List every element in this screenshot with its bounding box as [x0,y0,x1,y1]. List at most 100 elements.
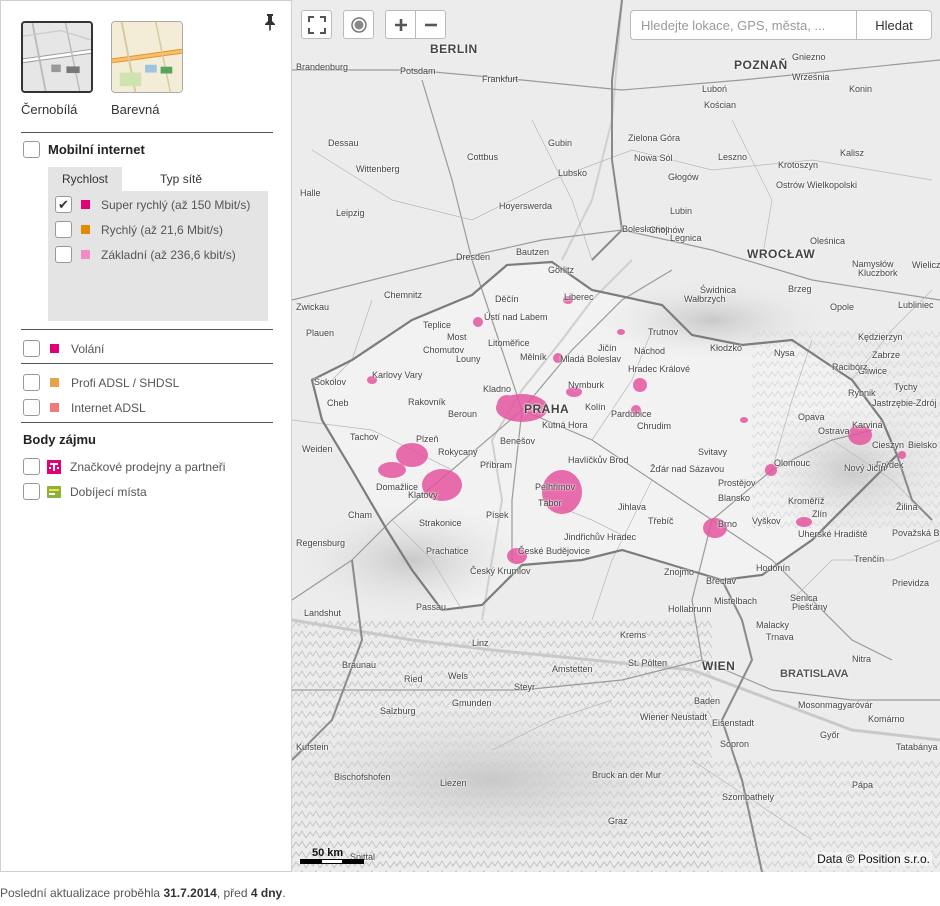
mobile-internet-checkbox[interactable] [23,141,40,158]
map-style-color[interactable]: Barevná [111,21,183,117]
poi-section: Body zájmu [23,432,96,447]
map-label: Náchod [634,346,666,356]
map-label: Eisenstadt [712,718,755,728]
speed-fast-checkbox[interactable] [55,221,72,238]
map-label: Wels [448,671,468,681]
map-label: Liezen [440,778,467,788]
speed-super-checkbox[interactable]: ✔ [55,196,72,213]
map-label: Benešov [500,436,536,446]
map-label: Linz [472,638,489,648]
adsl-internet-checkbox[interactable] [23,399,40,416]
zoom-in-button[interactable] [385,10,416,39]
map-label: Sopron [720,739,750,749]
map-label: Teplice [423,320,452,330]
map-label: Halle [300,188,321,198]
map-label: Třebíč [648,516,674,526]
map-label: Jindřichův Hradec [564,532,637,542]
calls-toggle[interactable]: Volání [23,340,104,357]
search-button[interactable]: Hledat [856,10,932,40]
map-label: Uherské Hradiště [798,529,868,539]
mobile-internet-toggle[interactable]: Mobilní internet [23,141,145,158]
adsl-profi-toggle[interactable]: Profi ADSL / SHDSL [23,374,179,391]
map-label: Chrudim [637,421,672,431]
zoom-out-button[interactable] [415,10,446,39]
tab-network-type[interactable]: Typ sítě [146,167,216,191]
speed-basic-label: Základní (až 236,6 kbit/s) [101,247,236,262]
map-label: Brzeg [788,284,812,294]
speed-basic-swatch [81,250,90,259]
t-logo-icon [47,459,61,474]
map-label: Amstetten [552,664,593,674]
map-label: Piešťany [792,602,828,612]
fullscreen-icon [307,15,326,34]
map-label: Mladá Boleslav [560,354,622,364]
map-canvas[interactable]: BERLIN POZNAŇ WROCŁAW PRAHA WIEN BRATISLAVA Po… [292,0,940,872]
fullscreen-button[interactable] [301,10,332,39]
adsl-profi-checkbox[interactable] [23,374,40,391]
map-label: Oleśnica [810,236,846,246]
poi-shops-checkbox[interactable] [23,458,40,475]
map-label: Příbram [480,460,513,470]
map-label: Chojnów [649,225,685,235]
locate-icon [350,16,367,33]
map-style-bw-thumbnail[interactable] [21,21,93,93]
map-label: Kolín [585,402,606,412]
map-label: Vyškov [752,516,781,526]
map-label: Pápa [852,780,874,790]
map-label: Nymburk [568,380,605,390]
map-label: Frankfurt [482,74,519,84]
map-label: Rakovník [408,397,446,407]
map-label: Havlíčkův Brod [568,455,629,465]
pin-icon[interactable] [263,13,277,31]
map-label: Jastrzębie-Zdrój [872,398,937,408]
map-label: Görlitz [548,265,575,275]
speed-option-fast[interactable]: Rychlý (až 21,6 Mbit/s) [55,221,223,238]
map-label: Karlovy Vary [372,370,423,380]
poi-shops-toggle[interactable]: Značkové prodejny a partneři [23,458,225,475]
map-label: Kościan [704,100,737,110]
calls-checkbox[interactable] [23,340,40,357]
adsl-profi-swatch [50,378,59,387]
poi-topup-checkbox[interactable] [23,483,40,500]
map-label: Zabrze [872,350,901,360]
poi-topup-toggle[interactable]: Dobíjecí místa [23,483,147,500]
map-label: Krems [620,630,647,640]
map-label: Děčín [495,294,519,304]
map-label: Gniezno [792,52,826,62]
locate-button[interactable] [343,10,374,39]
adsl-internet-toggle[interactable]: Internet ADSL [23,399,146,416]
speed-option-super[interactable]: ✔ Super rychlý (až 150 Mbit/s) [55,196,250,213]
speed-basic-checkbox[interactable] [55,246,72,263]
map-label: Steyr [514,682,536,692]
map-style-color-label: Barevná [111,102,160,117]
map-label: Namysłów [852,259,894,269]
map-label: Landshut [304,608,342,618]
map-label: Racibórz [832,362,868,372]
map-label: Passau [416,602,447,612]
map-label: Plauen [306,328,335,338]
map-label: Tatabánya [896,742,938,752]
map-label: Jihlava [618,502,647,512]
map-style-bw[interactable]: Černobílá [21,21,93,117]
poi-title: Body zájmu [23,432,96,447]
map-label: Jičín [598,343,617,353]
map-label: Lubin [670,206,693,216]
map-label: Wałbrzych [684,294,726,304]
map-style-color-thumbnail[interactable] [111,21,183,93]
map-label: Lubliniec [898,300,934,310]
map-label: Wittenberg [356,164,400,174]
map-label: Kroměříž [788,496,825,506]
plus-icon [394,18,407,31]
poi-shops-label: Značkové prodejny a partneři [70,459,226,474]
minus-icon [424,23,437,26]
basemap [292,0,940,872]
tab-speed[interactable]: Rychlost [48,167,123,191]
map-label: Strakonice [419,518,462,528]
divider [21,422,273,423]
map-label: Zielona Góra [628,133,681,143]
map-label: Ústí nad Labem [484,312,548,322]
map-label: Nový Jičín [844,463,886,473]
adsl-internet-label: Internet ADSL [71,400,146,415]
speed-option-basic[interactable]: Základní (až 236,6 kbit/s) [55,246,236,263]
search-input[interactable] [630,10,856,40]
